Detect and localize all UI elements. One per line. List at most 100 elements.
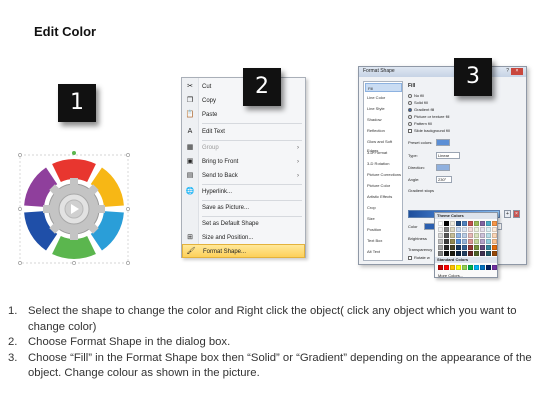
preset-colors-dropdown[interactable] xyxy=(436,139,450,146)
radio-pattern-fill[interactable]: Pattern fill xyxy=(408,121,432,127)
color-swatch[interactable] xyxy=(486,265,491,270)
color-swatch[interactable] xyxy=(474,239,479,244)
color-swatch[interactable] xyxy=(474,251,479,256)
color-swatch[interactable] xyxy=(462,265,467,270)
menu-item-edit-text[interactable]: A Edit Text xyxy=(182,125,305,139)
color-swatch[interactable] xyxy=(468,233,473,238)
color-swatch[interactable] xyxy=(468,265,473,270)
color-swatch[interactable] xyxy=(486,221,491,226)
color-swatch[interactable] xyxy=(462,251,467,256)
color-swatch[interactable] xyxy=(462,239,467,244)
color-swatch[interactable] xyxy=(486,245,491,250)
color-swatch[interactable] xyxy=(444,245,449,250)
menu-item-hyperlink[interactable]: 🌐 Hyperlink... xyxy=(182,185,305,199)
category-item[interactable]: Text Box xyxy=(365,236,402,245)
color-swatch[interactable] xyxy=(456,221,461,226)
color-swatch[interactable] xyxy=(444,221,449,226)
color-swatch[interactable] xyxy=(438,251,443,256)
color-swatch[interactable] xyxy=(492,265,497,270)
menu-item-set-default-shape[interactable]: Set as Default Shape xyxy=(182,217,305,231)
category-item[interactable]: Size xyxy=(365,214,402,223)
angle-input[interactable]: 230° xyxy=(436,176,452,183)
color-swatch[interactable] xyxy=(444,265,449,270)
menu-item-format-shape[interactable]: 🖌 Format Shape... xyxy=(182,244,305,258)
radio-gradient-fill[interactable]: Gradient fill xyxy=(408,107,434,113)
color-swatch[interactable] xyxy=(480,227,485,232)
menu-item-bring-to-front[interactable]: ▣ Bring to Front › xyxy=(182,155,305,169)
menu-item-group[interactable]: ▦ Group › xyxy=(182,141,305,155)
color-swatch[interactable] xyxy=(474,227,479,232)
help-icon[interactable]: ? xyxy=(506,68,509,74)
color-swatch[interactable] xyxy=(468,227,473,232)
color-swatch[interactable] xyxy=(474,233,479,238)
color-swatch[interactable] xyxy=(462,221,467,226)
category-item[interactable]: 3-D Format xyxy=(365,148,402,157)
color-swatch[interactable] xyxy=(462,227,467,232)
color-swatch[interactable] xyxy=(456,265,461,270)
color-swatch[interactable] xyxy=(468,221,473,226)
color-swatch[interactable] xyxy=(492,251,497,256)
category-item[interactable]: Position xyxy=(365,225,402,234)
color-swatch[interactable] xyxy=(444,239,449,244)
radio-no-fill[interactable]: No fill xyxy=(408,93,424,99)
category-item[interactable]: Shadow xyxy=(365,115,402,124)
menu-item-paste[interactable]: 📋 Paste xyxy=(182,108,305,122)
color-swatch[interactable] xyxy=(444,227,449,232)
color-swatch[interactable] xyxy=(456,233,461,238)
category-item[interactable]: Line Style xyxy=(365,104,402,113)
color-swatch[interactable] xyxy=(444,251,449,256)
color-swatch[interactable] xyxy=(474,221,479,226)
color-swatch[interactable] xyxy=(480,221,485,226)
color-swatch[interactable] xyxy=(492,239,497,244)
more-colors-link[interactable]: More Colors... xyxy=(438,273,463,278)
color-swatch[interactable] xyxy=(468,251,473,256)
direction-dropdown[interactable] xyxy=(436,164,450,171)
radio-solid-fill[interactable]: Solid fill xyxy=(408,100,428,106)
color-swatch[interactable] xyxy=(480,245,485,250)
color-swatch[interactable] xyxy=(474,245,479,250)
color-swatch[interactable] xyxy=(486,233,491,238)
color-swatch[interactable] xyxy=(438,227,443,232)
color-swatch[interactable] xyxy=(438,239,443,244)
checkbox-slide-background-fill[interactable]: Slide background fill xyxy=(408,128,450,134)
radio-picture-fill[interactable]: Picture or texture fill xyxy=(408,114,449,120)
color-swatch[interactable] xyxy=(450,221,455,226)
menu-item-save-as-picture[interactable]: Save as Picture... xyxy=(182,201,305,215)
color-swatch[interactable] xyxy=(480,265,485,270)
color-swatch[interactable] xyxy=(486,251,491,256)
close-icon[interactable]: × xyxy=(511,68,523,75)
color-swatch[interactable] xyxy=(492,227,497,232)
color-swatch[interactable] xyxy=(462,233,467,238)
color-swatch[interactable] xyxy=(480,251,485,256)
category-item[interactable]: Artistic Effects xyxy=(365,192,402,201)
color-swatch[interactable] xyxy=(438,221,443,226)
category-item[interactable]: Picture Corrections xyxy=(365,170,402,179)
color-swatch[interactable] xyxy=(444,233,449,238)
remove-stop-icon[interactable]: × xyxy=(513,210,520,218)
color-swatch[interactable] xyxy=(450,233,455,238)
checkbox-rotate-with-shape[interactable]: Rotate w xyxy=(408,255,430,261)
color-swatch[interactable] xyxy=(462,245,467,250)
color-swatch[interactable] xyxy=(486,227,491,232)
gear-wheel-diagram[interactable] xyxy=(17,150,132,268)
color-swatch[interactable] xyxy=(438,265,443,270)
color-swatch[interactable] xyxy=(474,265,479,270)
category-item[interactable]: Picture Color xyxy=(365,181,402,190)
add-stop-icon[interactable]: + xyxy=(504,210,511,218)
category-item[interactable]: Line Color xyxy=(365,93,402,102)
category-item[interactable]: Glow and Soft Edges xyxy=(365,137,402,153)
menu-item-size-and-position[interactable]: ⊞ Size and Position... xyxy=(182,231,305,245)
color-swatch[interactable] xyxy=(450,227,455,232)
color-swatch[interactable] xyxy=(492,245,497,250)
color-swatch[interactable] xyxy=(456,251,461,256)
color-swatch[interactable] xyxy=(438,245,443,250)
color-swatch[interactable] xyxy=(486,239,491,244)
type-dropdown[interactable]: Linear xyxy=(436,152,460,159)
color-swatch[interactable] xyxy=(468,239,473,244)
color-swatch[interactable] xyxy=(456,227,461,232)
color-swatch[interactable] xyxy=(480,239,485,244)
category-item-fill[interactable]: Fill xyxy=(365,83,402,92)
color-swatch[interactable] xyxy=(450,251,455,256)
color-swatch[interactable] xyxy=(492,233,497,238)
color-swatch[interactable] xyxy=(450,265,455,270)
